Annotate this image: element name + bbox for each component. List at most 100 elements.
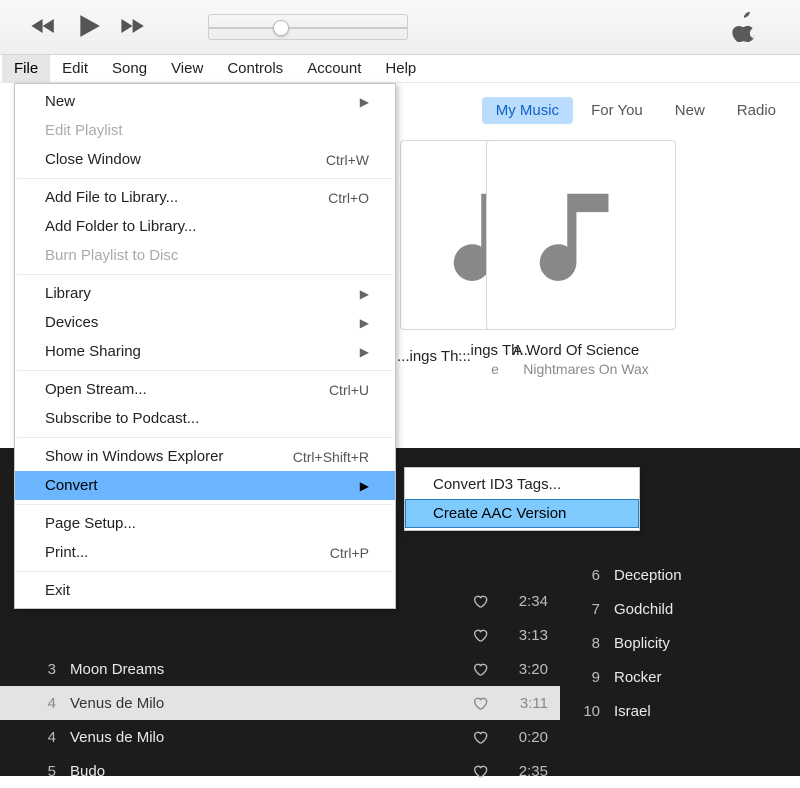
menu-item-library[interactable]: Library▶ [15,279,395,308]
menu-item-home-sharing[interactable]: Home Sharing▶ [15,337,395,366]
menu-song[interactable]: Song [100,55,159,82]
menu-item-new[interactable]: New▶ [15,87,395,116]
menu-item-label: Page Setup... [45,515,369,532]
track-row[interactable]: 4 Venus de Milo 0:20 [0,720,560,754]
menu-account[interactable]: Account [295,55,373,82]
menu-item-label: Library [45,285,357,302]
menu-edit[interactable]: Edit [50,55,100,82]
track-title: Moon Dreams [70,661,468,678]
track-row[interactable]: 9 Rocker [560,660,800,694]
chevron-right-icon: ▶ [357,316,369,330]
heart-icon[interactable] [468,661,492,677]
heart-icon[interactable] [468,729,492,745]
menu-item-devices[interactable]: Devices▶ [15,308,395,337]
track-number: 6 [570,567,600,584]
convert-submenu[interactable]: Convert ID3 Tags...Create AAC Version [404,467,640,531]
track-row[interactable]: 5Budo2:35 [0,754,560,788]
menu-shortcut: Ctrl+Shift+R [293,449,369,465]
track-time: 0:20 [492,729,548,746]
menu-view[interactable]: View [159,55,215,82]
player-controls [30,13,148,42]
track-number: 9 [570,669,600,686]
submenu-item-create-aac-version[interactable]: Create AAC Version [405,499,639,528]
menu-bar: FileEditSongViewControlsAccountHelp [0,55,800,83]
track-number: 7 [570,601,600,618]
progress-track [209,27,407,29]
track-title: Godchild [614,601,800,618]
track-title: Boplicity [614,635,800,652]
menu-item-print[interactable]: Print...Ctrl+P [15,538,395,567]
menu-separator [17,178,393,179]
menu-shortcut: Ctrl+W [326,152,369,168]
menu-item-add-file-to-library[interactable]: Add File to Library...Ctrl+O [15,183,395,212]
menu-item-subscribe-to-podcast[interactable]: Subscribe to Podcast... [15,404,395,433]
progress-knob[interactable] [273,20,289,36]
track-row[interactable]: 4Venus de Milo3:11 [0,686,560,720]
menu-controls[interactable]: Controls [215,55,295,82]
heart-icon[interactable] [468,593,492,609]
track-row[interactable]: 3Moon Dreams3:20 [0,652,560,686]
menu-item-label: Show in Windows Explorer [45,448,293,465]
menu-item-label: Devices [45,314,357,331]
track-row[interactable]: 8 Boplicity [560,626,800,660]
chevron-right-icon: ▶ [357,95,369,109]
track-row[interactable]: 7 Godchild [560,592,800,626]
menu-item-exit[interactable]: Exit [15,576,395,605]
heart-icon[interactable] [468,763,492,779]
track-number: 8 [570,635,600,652]
menu-item-open-stream[interactable]: Open Stream...Ctrl+U [15,375,395,404]
track-number: 4 [34,729,56,746]
menu-item-show-in-windows-explorer[interactable]: Show in Windows ExplorerCtrl+Shift+R [15,442,395,471]
menu-item-burn-playlist-to-disc: Burn Playlist to Disc [15,241,395,270]
chevron-right-icon: ▶ [357,287,369,301]
heart-icon[interactable] [468,695,492,711]
menu-separator [17,370,393,371]
menu-item-label: Burn Playlist to Disc [45,247,369,264]
album-title: A Word Of Science [486,342,666,359]
chevron-right-icon: ▶ [357,479,369,493]
track-title: Venus de Milo [70,729,468,746]
track-number: 3 [34,661,56,678]
tab-radio[interactable]: Radio [723,97,790,124]
prev-button[interactable] [30,16,58,39]
tab-new[interactable]: New [661,97,719,124]
track-row[interactable]: 10Israel [560,694,800,728]
file-menu-dropdown[interactable]: New▶ Edit Playlist Close WindowCtrl+W Add F… [14,83,396,609]
menu-shortcut: Ctrl+O [328,190,369,206]
track-title: Venus de Milo [70,695,468,712]
track-number: 4 [34,695,56,712]
heart-icon[interactable] [468,627,492,643]
track-title: Rocker [614,669,800,686]
album-artist: Nightmares On Wax [486,361,686,377]
play-button[interactable] [76,13,102,42]
track-title: Israel [614,703,800,720]
track-title: Budo [70,763,468,780]
submenu-item-convert-id3-tags[interactable]: Convert ID3 Tags... [405,470,639,499]
player-bar [0,0,800,55]
menu-separator [17,437,393,438]
menu-separator [17,274,393,275]
tab-my-music[interactable]: My Music [482,97,573,124]
menu-help[interactable]: Help [373,55,428,82]
track-time: 2:34 [492,593,548,610]
menu-item-close-window[interactable]: Close WindowCtrl+W [15,145,395,174]
menu-shortcut: Ctrl+P [330,545,369,561]
track-row[interactable]: 6Deception [560,558,800,592]
apple-logo [728,10,760,45]
menu-item-page-setup[interactable]: Page Setup... [15,509,395,538]
track-number: 5 [34,763,56,780]
menu-item-add-folder-to-library[interactable]: Add Folder to Library... [15,212,395,241]
now-playing-display[interactable] [208,14,408,40]
menu-item-label: Add Folder to Library... [45,218,369,235]
next-button[interactable] [120,16,148,39]
menu-item-convert[interactable]: Convert▶ [15,471,395,500]
tab-for-you[interactable]: For You [577,97,657,124]
menu-item-edit-playlist: Edit Playlist [15,116,395,145]
album-art-placeholder [486,140,676,330]
menu-file[interactable]: File [2,55,50,82]
album-card[interactable]: A Word Of Science Nightmares On Wax [486,140,686,377]
track-row[interactable]: 3:13 [0,618,560,652]
menu-item-label: Convert [45,477,357,494]
menu-item-label: Edit Playlist [45,122,369,139]
menu-item-label: Home Sharing [45,343,357,360]
